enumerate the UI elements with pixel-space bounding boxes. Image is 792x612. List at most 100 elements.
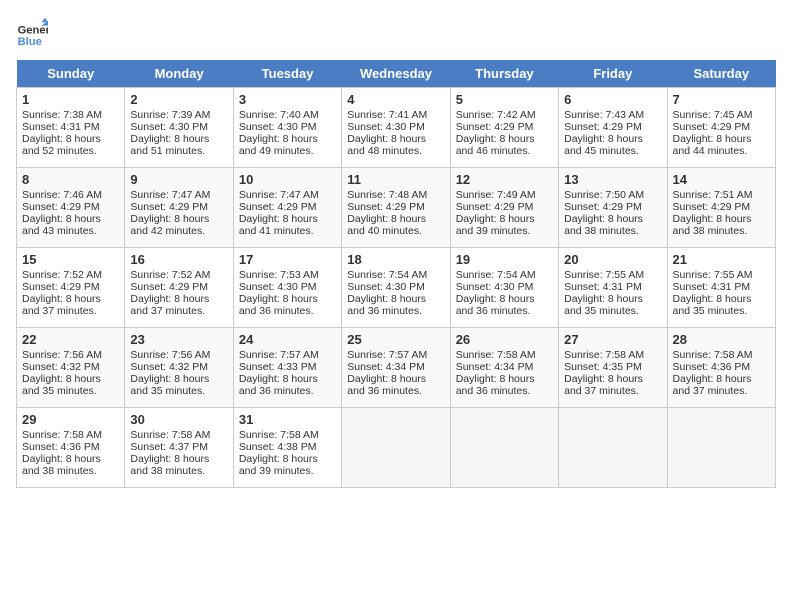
daylight: Daylight: 8 hours and 38 minutes.	[22, 453, 101, 477]
calendar-cell: 2Sunrise: 7:39 AMSunset: 4:30 PMDaylight…	[125, 88, 233, 168]
sunset: Sunset: 4:29 PM	[22, 281, 100, 293]
sunset: Sunset: 4:29 PM	[456, 201, 534, 213]
calendar-week-row: 1Sunrise: 7:38 AMSunset: 4:31 PMDaylight…	[17, 88, 776, 168]
calendar-week-row: 22Sunrise: 7:56 AMSunset: 4:32 PMDayligh…	[17, 328, 776, 408]
calendar-cell: 20Sunrise: 7:55 AMSunset: 4:31 PMDayligh…	[559, 248, 667, 328]
sunrise: Sunrise: 7:41 AM	[347, 109, 427, 121]
sunrise: Sunrise: 7:38 AM	[22, 109, 102, 121]
sunset: Sunset: 4:29 PM	[564, 121, 642, 133]
day-number: 11	[347, 172, 444, 187]
calendar-cell: 5Sunrise: 7:42 AMSunset: 4:29 PMDaylight…	[450, 88, 558, 168]
sunrise: Sunrise: 7:57 AM	[239, 349, 319, 361]
day-number: 18	[347, 252, 444, 267]
sunset: Sunset: 4:36 PM	[673, 361, 751, 373]
sunrise: Sunrise: 7:52 AM	[22, 269, 102, 281]
calendar-cell: 11Sunrise: 7:48 AMSunset: 4:29 PMDayligh…	[342, 168, 450, 248]
sunrise: Sunrise: 7:39 AM	[130, 109, 210, 121]
sunset: Sunset: 4:29 PM	[564, 201, 642, 213]
day-number: 8	[22, 172, 119, 187]
calendar-cell: 3Sunrise: 7:40 AMSunset: 4:30 PMDaylight…	[233, 88, 341, 168]
sunset: Sunset: 4:33 PM	[239, 361, 317, 373]
weekday-header-saturday: Saturday	[667, 60, 775, 88]
calendar-cell	[559, 408, 667, 488]
weekday-header-monday: Monday	[125, 60, 233, 88]
sunset: Sunset: 4:29 PM	[130, 201, 208, 213]
day-number: 1	[22, 92, 119, 107]
day-number: 30	[130, 412, 227, 427]
calendar-cell: 23Sunrise: 7:56 AMSunset: 4:32 PMDayligh…	[125, 328, 233, 408]
daylight: Daylight: 8 hours and 37 minutes.	[22, 293, 101, 317]
sunrise: Sunrise: 7:53 AM	[239, 269, 319, 281]
day-number: 31	[239, 412, 336, 427]
day-number: 20	[564, 252, 661, 267]
sunrise: Sunrise: 7:58 AM	[130, 429, 210, 441]
calendar-header-row: SundayMondayTuesdayWednesdayThursdayFrid…	[17, 60, 776, 88]
daylight: Daylight: 8 hours and 36 minutes.	[239, 373, 318, 397]
day-number: 21	[673, 252, 770, 267]
calendar-cell: 13Sunrise: 7:50 AMSunset: 4:29 PMDayligh…	[559, 168, 667, 248]
calendar-cell: 12Sunrise: 7:49 AMSunset: 4:29 PMDayligh…	[450, 168, 558, 248]
calendar-cell	[342, 408, 450, 488]
calendar-cell: 19Sunrise: 7:54 AMSunset: 4:30 PMDayligh…	[450, 248, 558, 328]
daylight: Daylight: 8 hours and 36 minutes.	[347, 293, 426, 317]
day-number: 25	[347, 332, 444, 347]
calendar-week-row: 15Sunrise: 7:52 AMSunset: 4:29 PMDayligh…	[17, 248, 776, 328]
daylight: Daylight: 8 hours and 44 minutes.	[673, 133, 752, 157]
daylight: Daylight: 8 hours and 39 minutes.	[239, 453, 318, 477]
calendar-cell: 1 Sunrise: 7:38 AMSunset: 4:31 PMDaylight…	[17, 88, 125, 168]
calendar-cell: 29Sunrise: 7:58 AMSunset: 4:36 PMDayligh…	[17, 408, 125, 488]
calendar-cell: 21Sunrise: 7:55 AMSunset: 4:31 PMDayligh…	[667, 248, 775, 328]
sunrise: Sunrise: 7:55 AM	[564, 269, 644, 281]
logo-icon: General Blue	[16, 16, 48, 48]
sunrise: Sunrise: 7:58 AM	[456, 349, 536, 361]
day-number: 16	[130, 252, 227, 267]
calendar-cell: 24Sunrise: 7:57 AMSunset: 4:33 PMDayligh…	[233, 328, 341, 408]
daylight: Daylight: 8 hours and 52 minutes.	[22, 133, 101, 157]
sunset: Sunset: 4:29 PM	[673, 201, 751, 213]
sunset: Sunset: 4:31 PM	[673, 281, 751, 293]
day-number: 19	[456, 252, 553, 267]
daylight: Daylight: 8 hours and 45 minutes.	[564, 133, 643, 157]
calendar-table: SundayMondayTuesdayWednesdayThursdayFrid…	[16, 60, 776, 488]
calendar-cell: 17Sunrise: 7:53 AMSunset: 4:30 PMDayligh…	[233, 248, 341, 328]
calendar-cell: 26Sunrise: 7:58 AMSunset: 4:34 PMDayligh…	[450, 328, 558, 408]
sunrise: Sunrise: 7:57 AM	[347, 349, 427, 361]
sunset: Sunset: 4:38 PM	[239, 441, 317, 453]
sunrise: Sunrise: 7:52 AM	[130, 269, 210, 281]
daylight: Daylight: 8 hours and 51 minutes.	[130, 133, 209, 157]
calendar-week-row: 8Sunrise: 7:46 AMSunset: 4:29 PMDaylight…	[17, 168, 776, 248]
sunset: Sunset: 4:34 PM	[456, 361, 534, 373]
sunrise: Sunrise: 7:48 AM	[347, 189, 427, 201]
sunrise: Sunrise: 7:54 AM	[456, 269, 536, 281]
daylight: Daylight: 8 hours and 43 minutes.	[22, 213, 101, 237]
daylight: Daylight: 8 hours and 49 minutes.	[239, 133, 318, 157]
sunrise: Sunrise: 7:45 AM	[673, 109, 753, 121]
daylight: Daylight: 8 hours and 37 minutes.	[673, 373, 752, 397]
calendar-cell: 7 Sunrise: 7:45 AMSunset: 4:29 PMDaylight…	[667, 88, 775, 168]
sunrise: Sunrise: 7:42 AM	[456, 109, 536, 121]
day-number: 4	[347, 92, 444, 107]
sunset: Sunset: 4:29 PM	[22, 201, 100, 213]
daylight: Daylight: 8 hours and 38 minutes.	[564, 213, 643, 237]
daylight: Daylight: 8 hours and 36 minutes.	[456, 373, 535, 397]
day-number: 7	[673, 92, 770, 107]
weekday-header-friday: Friday	[559, 60, 667, 88]
day-number: 9	[130, 172, 227, 187]
sunset: Sunset: 4:31 PM	[22, 121, 100, 133]
daylight: Daylight: 8 hours and 35 minutes.	[22, 373, 101, 397]
calendar-cell: 10Sunrise: 7:47 AMSunset: 4:29 PMDayligh…	[233, 168, 341, 248]
sunrise: Sunrise: 7:58 AM	[22, 429, 102, 441]
calendar-cell: 18Sunrise: 7:54 AMSunset: 4:30 PMDayligh…	[342, 248, 450, 328]
weekday-header-wednesday: Wednesday	[342, 60, 450, 88]
daylight: Daylight: 8 hours and 36 minutes.	[347, 373, 426, 397]
day-number: 17	[239, 252, 336, 267]
daylight: Daylight: 8 hours and 48 minutes.	[347, 133, 426, 157]
sunrise: Sunrise: 7:58 AM	[564, 349, 644, 361]
calendar-cell: 27Sunrise: 7:58 AMSunset: 4:35 PMDayligh…	[559, 328, 667, 408]
weekday-header-sunday: Sunday	[17, 60, 125, 88]
sunset: Sunset: 4:32 PM	[130, 361, 208, 373]
sunset: Sunset: 4:29 PM	[673, 121, 751, 133]
daylight: Daylight: 8 hours and 38 minutes.	[130, 453, 209, 477]
calendar-cell	[667, 408, 775, 488]
day-number: 13	[564, 172, 661, 187]
